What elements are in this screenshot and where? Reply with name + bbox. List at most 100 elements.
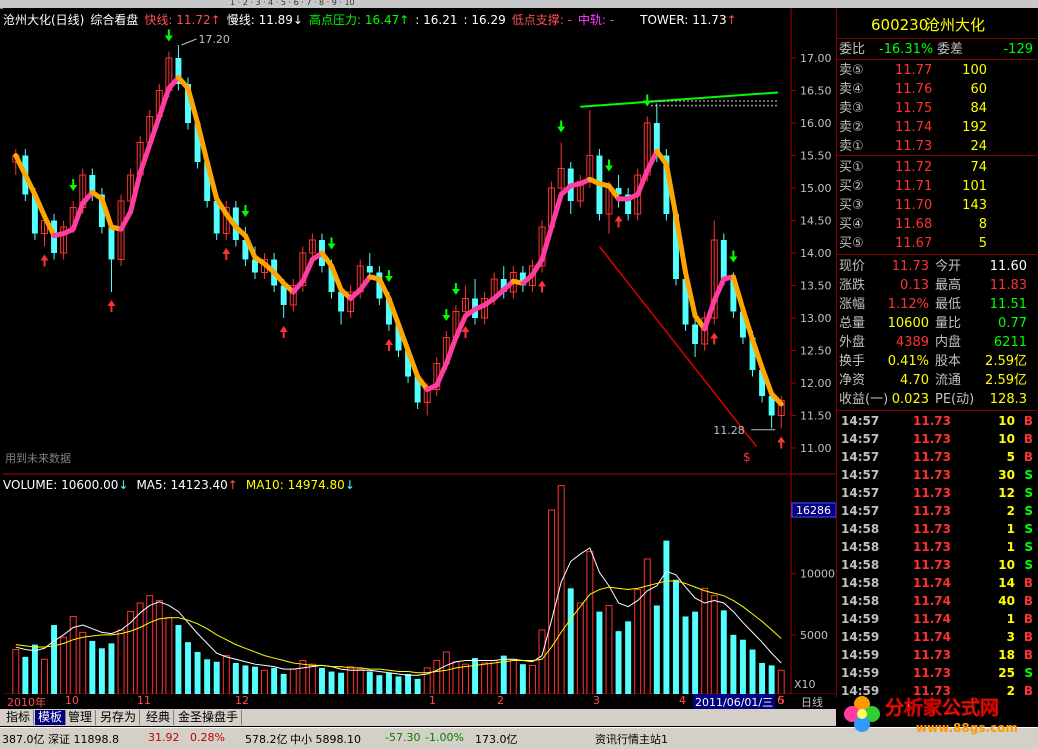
resistance-dot <box>735 104 737 107</box>
resistance-dot <box>767 104 769 107</box>
buy-signal-arrow <box>384 339 393 345</box>
resistance-dot <box>695 100 697 102</box>
status-server: 资讯行情主站1 <box>595 733 668 746</box>
date-axis-label: 2010年 <box>7 696 46 709</box>
resistance-dot <box>703 100 705 102</box>
current-date-label: 2011/06/01/三 <box>693 694 776 710</box>
volume-tick-label: 10000 <box>800 568 835 581</box>
status-change-1: 31.92 <box>148 731 180 744</box>
resistance-dot <box>667 100 669 102</box>
buy-signal-arrow <box>710 332 719 339</box>
sell-signal-arrow <box>557 126 566 133</box>
volume-bar <box>289 668 297 697</box>
resistance-dot <box>723 100 725 102</box>
volume-bar <box>175 625 182 696</box>
resistance-dot <box>715 100 717 102</box>
buy-level-1: 买① 11.72 74 <box>839 160 987 175</box>
period-label[interactable]: 日线 <box>801 694 823 710</box>
buy-signal-arrow <box>614 215 623 222</box>
date-axis-label: 1 <box>429 694 436 707</box>
resistance-3: : 16.29 <box>463 13 506 27</box>
volume-tick-label: 5000 <box>800 629 828 642</box>
kline-chart[interactable]: 17.00 16.50 16.00 15.50 15.00 14.50 14.00 13.50… <box>3 8 837 698</box>
stock-title: 沧州大化(日线) <box>3 13 85 27</box>
sell-signal-arrow <box>69 185 78 191</box>
volume-bar <box>405 673 412 696</box>
tab-3[interactable]: 另存为 <box>97 710 141 725</box>
price-tick-label: 13.00 <box>800 312 832 325</box>
stat-row: 净资 4.70 流通 2.59亿 <box>839 373 1027 388</box>
buy-signal-arrow <box>107 300 116 306</box>
volume-bar <box>576 602 584 697</box>
volume-bar <box>528 664 536 697</box>
status-pct-2: -1.00% <box>425 731 464 744</box>
date-axis-label: 4 <box>679 694 686 707</box>
resistance-dot <box>699 100 701 102</box>
volume-bar <box>615 631 622 696</box>
resistance-dot <box>655 104 657 107</box>
tab-1[interactable]: 模板 <box>35 710 67 725</box>
resistance-dot <box>727 100 729 102</box>
tab-4[interactable]: 经典 <box>143 710 175 725</box>
quote-panel: 600230 沧州大化 委比 -16.31% 委差 -129 卖⑤ 11.77 … <box>836 8 1038 698</box>
volume-bar <box>165 617 173 697</box>
volume-bar <box>222 655 230 697</box>
resistance-dot <box>667 104 669 107</box>
tick-row: 14:58 11.74 40 B <box>841 594 1033 608</box>
volume-bar <box>328 671 335 696</box>
tab-5[interactable]: 金圣操盘手 <box>175 710 243 725</box>
resistance-dot <box>739 100 741 102</box>
buy-level-4: 买④ 11.68 8 <box>839 217 987 232</box>
price-tick-label: 12.00 <box>800 377 832 390</box>
candle-body <box>720 240 727 279</box>
trend-band-segment <box>453 313 468 340</box>
ma10-label: MA10: 14974.80↓ <box>245 478 355 492</box>
mode-label: 综合看盘 <box>90 13 139 27</box>
resistance-dot <box>771 104 773 107</box>
tick-row: 14:59 11.74 3 B <box>841 630 1033 644</box>
volume-bar <box>117 629 125 697</box>
volume-bar <box>768 665 775 696</box>
resistance-dot <box>763 104 765 107</box>
volume-bar <box>442 651 450 697</box>
stat-row: 收益(一) 0.023 PE(动) 128.3 <box>839 392 1027 407</box>
sell-signal-arrow <box>327 243 336 250</box>
volume-bar <box>653 605 660 696</box>
tick-row: 14:57 11.73 10 B <box>841 414 1033 428</box>
tab-0[interactable]: 指标 <box>3 710 35 725</box>
resistance-dot <box>747 100 749 102</box>
tick-row: 14:58 11.74 14 B <box>841 576 1033 590</box>
resistance-dot <box>695 104 697 107</box>
volume-bar <box>79 631 87 697</box>
resistance-dot <box>655 100 657 102</box>
volume-bar <box>155 600 163 697</box>
trend-band-segment <box>147 114 162 148</box>
volume-bar <box>89 640 96 696</box>
volume-bar <box>308 663 316 697</box>
sell-signal-arrow <box>384 276 393 282</box>
volume-bar <box>519 664 526 696</box>
resistance-dot <box>759 104 761 107</box>
tick-row: 14:58 11.73 1 S <box>841 540 1033 554</box>
volume-bar <box>634 589 642 697</box>
volume-bar <box>472 658 479 696</box>
resistance-dot <box>651 100 653 102</box>
status-zhongxiao: 中小 5898.10 <box>290 733 361 746</box>
trend-band-segment <box>434 361 449 388</box>
volume-bar <box>509 658 517 697</box>
resistance-dot <box>739 104 741 107</box>
low-label: 11.28 <box>713 424 745 437</box>
slow-line-label: 慢线: 11.89↓ <box>226 13 303 27</box>
resistance-dot <box>671 100 673 102</box>
resistance-dot <box>671 104 673 107</box>
high-label: 17.20 <box>198 33 230 46</box>
volume-bar <box>12 649 20 697</box>
stat-row: 现价 11.73 今开 11.60 <box>839 259 1027 274</box>
volume-unit-label: X10 <box>794 678 816 691</box>
candle-body <box>692 324 699 344</box>
chart-area[interactable]: 17.00 16.50 16.00 15.50 15.00 14.50 14.00 13.50… <box>3 8 837 698</box>
high-pointer <box>181 38 197 46</box>
price-tick-label: 15.00 <box>800 182 832 195</box>
tab-2[interactable]: 管理 <box>65 710 97 725</box>
tick-row: 14:59 11.74 1 B <box>841 612 1033 626</box>
